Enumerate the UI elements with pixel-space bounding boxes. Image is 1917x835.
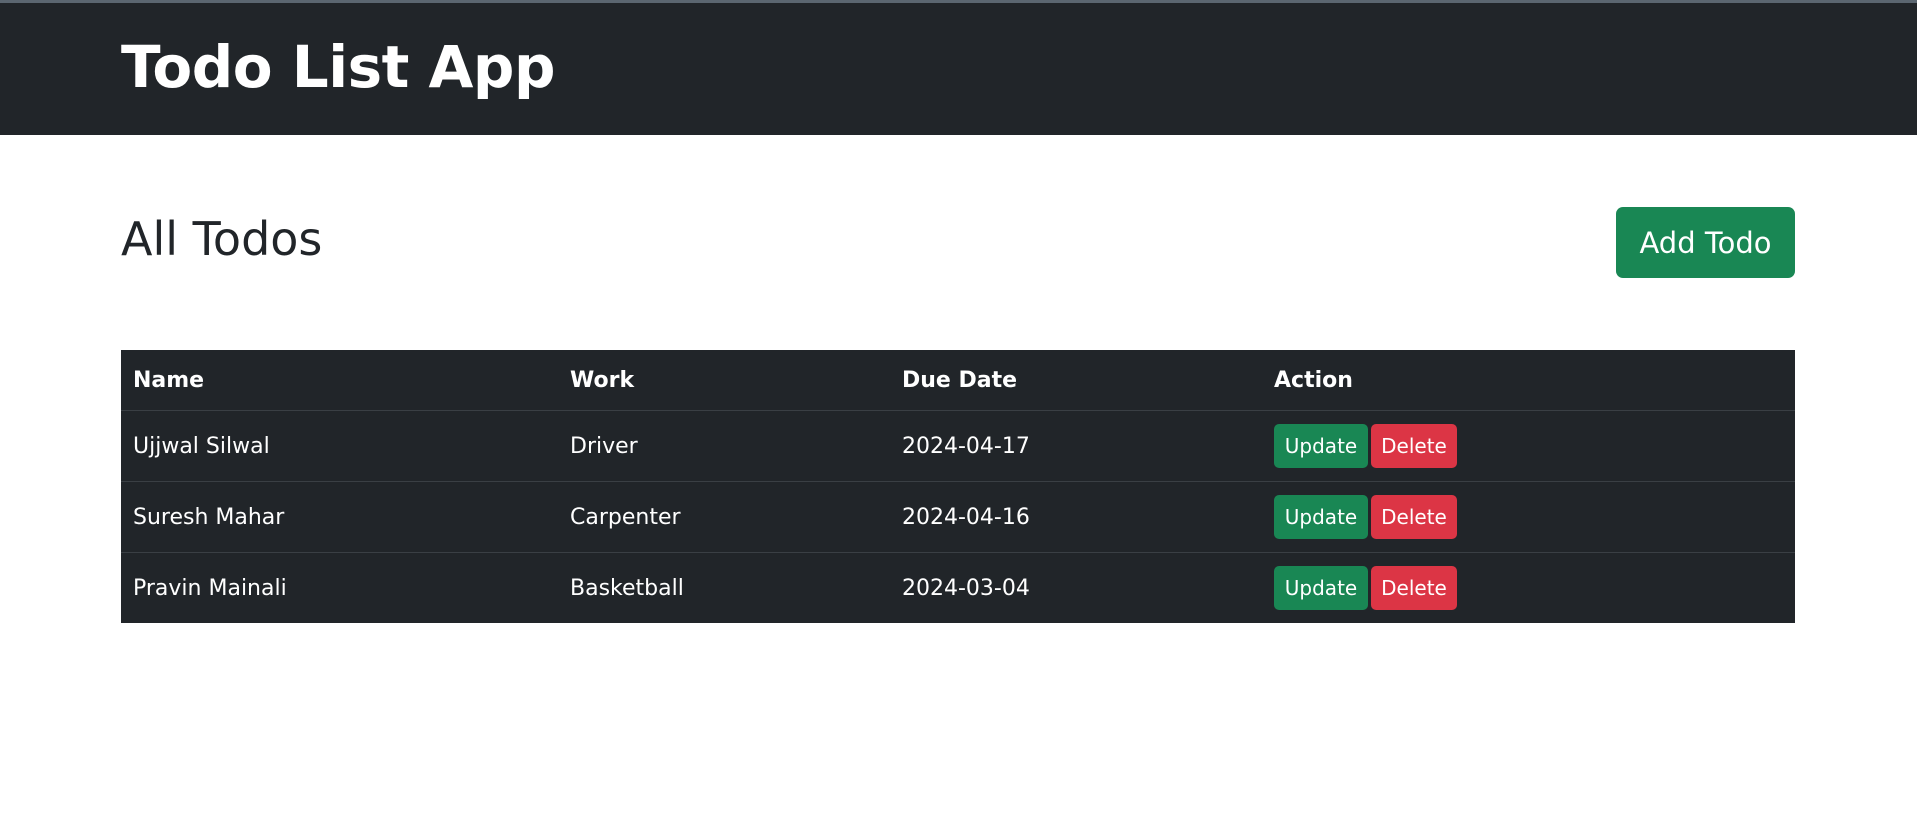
table-row: Suresh Mahar Carpenter 2024-04-16 Update…: [121, 481, 1795, 553]
todos-table: Name Work Due Date Action Ujjwal Silwal …: [121, 350, 1795, 623]
column-header-action: Action: [1262, 350, 1795, 411]
cell-actions: Update Delete: [1262, 553, 1795, 624]
column-header-name: Name: [121, 350, 558, 411]
cell-due-date: 2024-04-16: [890, 481, 1262, 553]
cell-due-date: 2024-03-04: [902, 575, 1030, 601]
cell-name: Suresh Mahar: [121, 481, 558, 553]
cell-due-date: 2024-04-17: [890, 410, 1262, 482]
cell-actions: Update Delete: [1262, 410, 1795, 482]
cell-work: Basketball: [570, 575, 684, 601]
delete-button[interactable]: Delete: [1371, 424, 1457, 468]
cell-actions: Update Delete: [1262, 481, 1795, 553]
table-header-row: Name Work Due Date Action: [121, 350, 1795, 411]
cell-work: Carpenter: [558, 481, 890, 553]
delete-button[interactable]: Delete: [1371, 566, 1457, 610]
app-title: Todo List App: [121, 33, 555, 101]
cell-name: Ujjwal Silwal: [121, 410, 558, 482]
column-header-work: Work: [558, 350, 890, 411]
update-button[interactable]: Update: [1274, 424, 1368, 468]
table-row: Ujjwal Silwal Driver 2024-04-17 Update De…: [121, 410, 1795, 482]
todos-table-container: Name Work Due Date Action Ujjwal Silwal …: [121, 350, 1795, 623]
page-heading: All Todos: [121, 212, 323, 266]
column-header-due-date: Due Date: [890, 350, 1262, 411]
add-todo-button[interactable]: Add Todo: [1616, 207, 1795, 278]
navbar: Todo List App: [0, 3, 1917, 135]
update-button[interactable]: Update: [1274, 566, 1368, 610]
cell-name: Pravin Mainali: [133, 575, 287, 601]
cell-work: Driver: [558, 410, 890, 482]
update-button[interactable]: Update: [1274, 495, 1368, 539]
table-row: Pravin Mainali Basketball 2024-03-04 Upd…: [121, 553, 1795, 624]
delete-button[interactable]: Delete: [1371, 495, 1457, 539]
